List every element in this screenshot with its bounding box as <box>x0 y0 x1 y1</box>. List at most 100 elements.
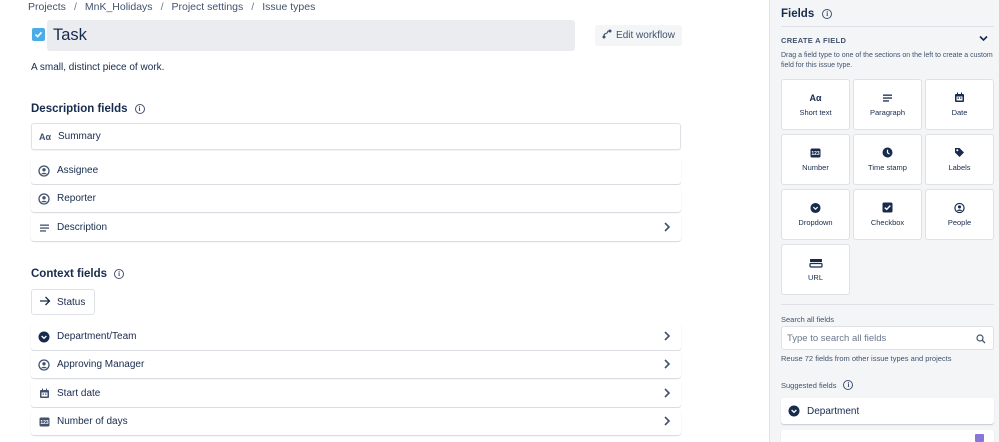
field-type-label: Short text <box>799 108 832 117</box>
description-fields-title: Description fields <box>31 103 128 115</box>
text-icon: Aα <box>38 131 52 142</box>
description-fields-heading: Description fields i <box>31 103 145 115</box>
status-label: Status <box>57 296 86 308</box>
field-type-label: Checkbox <box>870 218 905 227</box>
create-field-header[interactable]: CREATE A FIELD <box>781 36 846 45</box>
field-type-label: Number <box>802 163 829 172</box>
field-type-labels[interactable]: Labels <box>925 134 994 185</box>
link-icon <box>808 257 823 268</box>
fields-panel-heading: Fields i <box>781 8 833 20</box>
field-row-assignee[interactable]: Assignee <box>31 157 681 184</box>
breadcrumb-separator: / <box>73 0 77 13</box>
suggested-fields-heading: Suggested fields i <box>781 380 854 390</box>
field-row-description[interactable]: Description <box>31 214 681 241</box>
reuse-fields-text: Reuse 72 fields from other issue types a… <box>781 354 952 363</box>
info-icon[interactable]: i <box>843 380 854 390</box>
info-icon[interactable]: i <box>822 9 833 19</box>
text-icon: Aα <box>809 92 822 103</box>
suggested-field-row[interactable] <box>781 430 994 442</box>
breadcrumb-project-settings[interactable]: Project settings <box>171 1 243 13</box>
field-label: Assignee <box>57 165 99 176</box>
breadcrumb-project[interactable]: MnK_Holidays <box>85 1 153 13</box>
checkbox-icon <box>975 434 984 442</box>
field-row-number-of-days[interactable]: 123 Number of days <box>31 408 681 435</box>
number-icon: 123 <box>38 416 50 428</box>
field-type-label: Labels <box>948 163 971 172</box>
context-fields-title: Context fields <box>31 268 108 280</box>
checkbox-icon <box>882 202 893 213</box>
divider <box>781 26 994 27</box>
divider <box>781 304 994 305</box>
chevron-right-icon[interactable] <box>662 221 672 236</box>
field-type-dropdown[interactable]: Dropdown <box>781 189 850 240</box>
field-label: Summary <box>58 131 101 142</box>
dropdown-icon <box>788 405 800 417</box>
field-label: Description <box>57 222 108 233</box>
suggested-field-department[interactable]: Department <box>781 398 994 424</box>
field-type-people[interactable]: People <box>925 189 994 240</box>
person-icon <box>954 202 965 213</box>
edit-workflow-label: Edit workflow <box>616 30 675 41</box>
field-label: Reporter <box>57 193 96 204</box>
chevron-right-icon[interactable] <box>662 415 672 430</box>
search-input[interactable] <box>782 327 967 349</box>
person-icon <box>38 164 50 177</box>
context-fields-heading: Context fields i <box>31 268 125 280</box>
fields-panel: Fields i CREATE A FIELD Drag a field typ… <box>769 0 999 442</box>
breadcrumb-projects[interactable]: Projects <box>28 1 66 13</box>
field-type-time-stamp[interactable]: Time stamp <box>853 134 922 185</box>
field-type-checkbox[interactable]: Checkbox <box>853 189 922 240</box>
suggested-fields-label: Suggested fields <box>781 380 837 390</box>
person-icon <box>38 358 50 371</box>
info-icon[interactable]: i <box>114 269 125 279</box>
chevron-right-icon[interactable] <box>662 358 672 373</box>
chevron-right-icon[interactable] <box>662 387 672 402</box>
issue-type-header: Task Edit workflow <box>31 20 682 51</box>
task-type-icon <box>32 28 45 41</box>
clock-icon <box>882 147 893 158</box>
dropdown-icon <box>810 202 821 213</box>
calendar-icon <box>38 388 50 400</box>
workflow-icon <box>602 29 612 42</box>
svg-text:123: 123 <box>40 420 49 426</box>
field-row-approving-manager[interactable]: Approving Manager <box>31 351 681 378</box>
svg-text:123: 123 <box>811 151 820 157</box>
field-type-url[interactable]: URL <box>781 244 850 295</box>
breadcrumb-issue-types[interactable]: Issue types <box>262 1 315 13</box>
search-icon[interactable] <box>976 334 986 347</box>
search-label: Search all fields <box>781 315 834 324</box>
issue-type-name-field[interactable]: Task <box>47 20 575 51</box>
info-icon[interactable]: i <box>134 104 145 114</box>
field-type-date[interactable]: Date <box>925 79 994 130</box>
paragraph-icon <box>38 222 50 234</box>
field-type-label: Dropdown <box>798 218 833 227</box>
field-row-summary[interactable]: Aα Summary <box>31 123 681 150</box>
field-label: Department/Team <box>57 331 137 342</box>
person-icon <box>38 192 50 205</box>
suggested-field-label: Department <box>807 405 860 417</box>
field-label: Approving Manager <box>57 359 145 370</box>
field-type-label: Time stamp <box>868 163 907 172</box>
field-label: Start date <box>57 388 101 399</box>
field-type-label: People <box>947 218 972 227</box>
arrow-right-icon <box>39 296 51 309</box>
issue-type-description[interactable]: A small, distinct piece of work. <box>31 62 164 73</box>
edit-workflow-button[interactable]: Edit workflow <box>595 25 682 46</box>
field-row-department-team[interactable]: Department/Team <box>31 323 681 350</box>
status-field[interactable]: Status <box>31 289 95 315</box>
create-field-help: Drag a field type to one of the sections… <box>781 52 993 69</box>
field-type-label: Paragraph <box>869 108 906 117</box>
field-row-reporter[interactable]: Reporter <box>31 185 681 212</box>
chevron-down-icon[interactable] <box>978 33 989 47</box>
field-type-label: Date <box>951 108 968 117</box>
breadcrumb-separator: / <box>251 0 255 13</box>
field-type-paragraph[interactable]: Paragraph <box>853 79 922 130</box>
search-box <box>781 326 994 350</box>
page-title: Task <box>53 26 87 44</box>
field-type-short-text[interactable]: Aα Short text <box>781 79 850 130</box>
dropdown-icon <box>38 331 50 343</box>
field-type-label: URL <box>807 273 823 282</box>
field-type-number[interactable]: 123 Number <box>781 134 850 185</box>
field-row-start-date[interactable]: Start date <box>31 380 681 407</box>
chevron-right-icon[interactable] <box>662 330 672 345</box>
